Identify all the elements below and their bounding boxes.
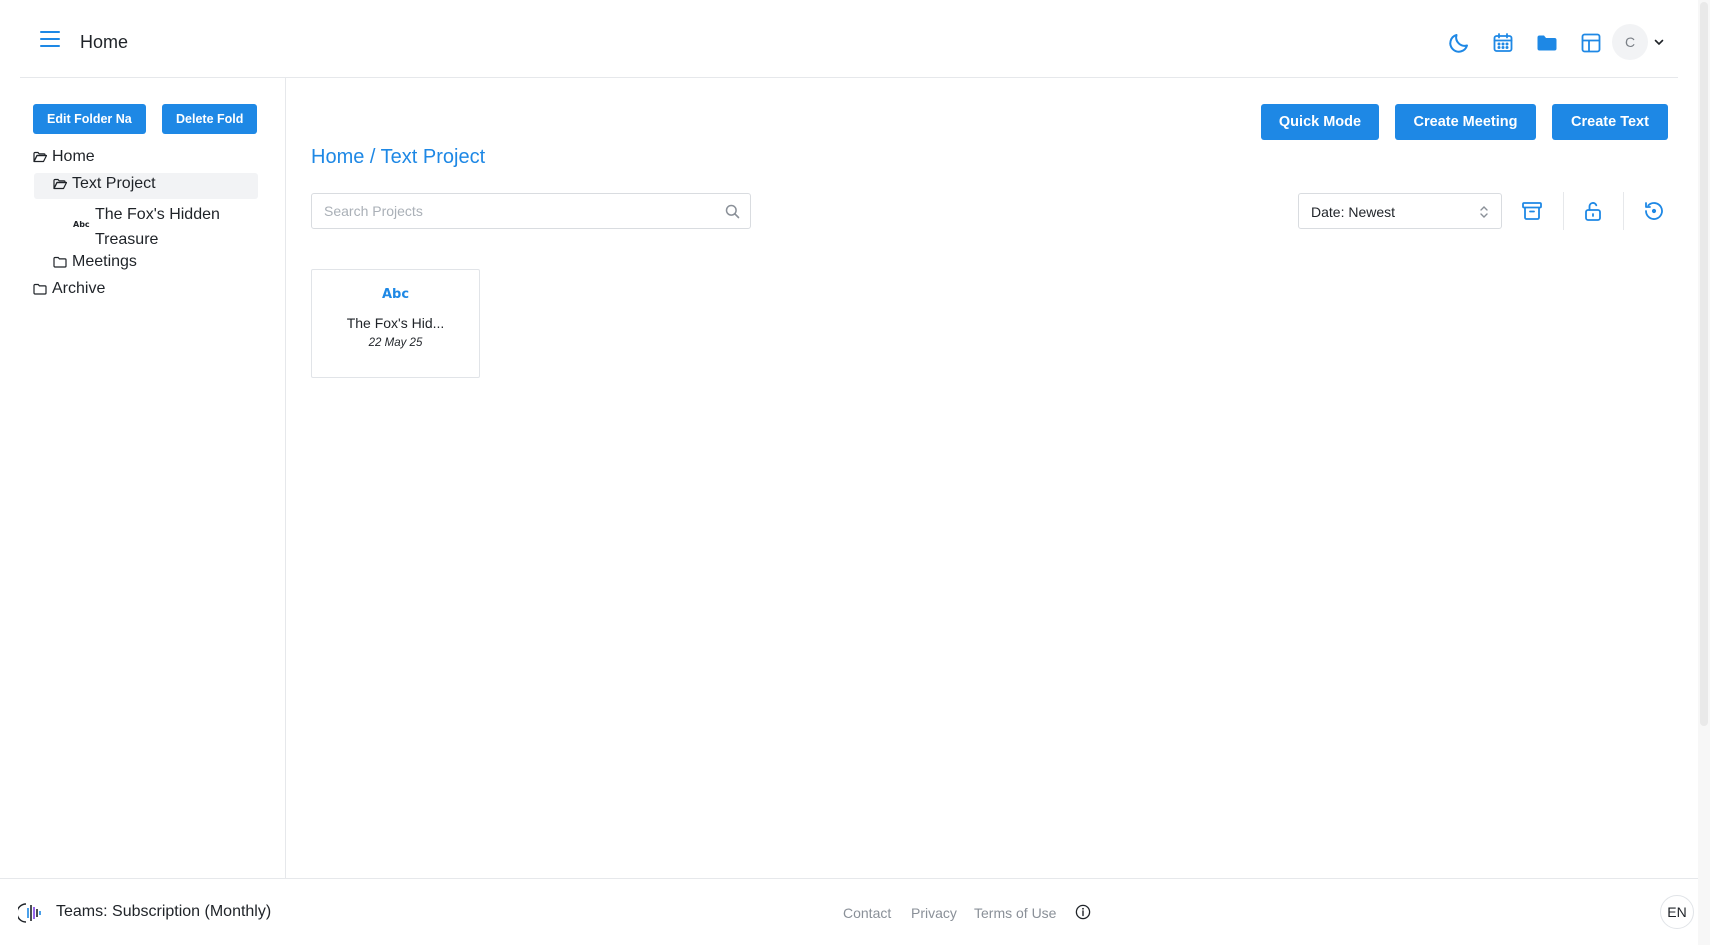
tree-item-document[interactable]: The Fox's Hidden Treasure xyxy=(95,202,265,252)
page-title: Home xyxy=(80,32,129,52)
edit-folder-name-button[interactable]: Edit Folder Na xyxy=(33,104,146,134)
sidebar: Edit Folder Na Delete Fold Home Text Pro… xyxy=(0,78,286,878)
chevron-down-icon[interactable] xyxy=(1653,36,1665,48)
folder-icon[interactable] xyxy=(1535,31,1559,55)
folder-open-icon xyxy=(33,151,47,163)
footer: Teams: Subscription (Monthly) Contact Pr… xyxy=(0,878,1698,945)
sort-select-value: Date: Newest xyxy=(1311,204,1396,220)
scrollbar-thumb[interactable] xyxy=(1700,2,1708,726)
tree-item-meetings[interactable]: Meetings xyxy=(53,253,193,275)
layout-grid-icon[interactable] xyxy=(1579,31,1603,55)
search-input[interactable] xyxy=(312,194,750,228)
top-bar: Home C xyxy=(20,0,1678,78)
sort-select[interactable]: Date: Newest xyxy=(1298,193,1502,229)
abc-icon: Abc xyxy=(381,287,410,302)
toolbar-divider xyxy=(1563,192,1564,230)
tree-item-label-line1: The Fox's Hidden xyxy=(95,206,220,223)
folder-icon xyxy=(53,256,67,268)
calendar-icon[interactable] xyxy=(1491,31,1515,55)
plan-logo-icon xyxy=(18,903,41,923)
user-menu[interactable]: C xyxy=(1612,24,1672,62)
project-card-date: 22 May 25 xyxy=(368,337,423,349)
toolbar-divider xyxy=(1623,192,1624,230)
terms-of-use-link[interactable]: Terms of Use xyxy=(974,905,1056,921)
privacy-link[interactable]: Privacy xyxy=(911,905,957,921)
menu-icon[interactable] xyxy=(40,31,60,48)
avatar[interactable]: C xyxy=(1612,24,1648,60)
select-arrows-icon xyxy=(1480,206,1488,218)
tree-item-label: Text Project xyxy=(72,175,156,192)
project-card[interactable]: Abc The Fox's Hid... 22 May 25 xyxy=(311,269,480,378)
create-meeting-button[interactable]: Create Meeting xyxy=(1395,104,1536,140)
language-switcher[interactable]: EN xyxy=(1660,895,1694,929)
page-scrollbar[interactable] xyxy=(1698,0,1710,945)
abc-icon: Abc xyxy=(73,220,90,229)
tree-item-label: Archive xyxy=(52,280,106,297)
subscription-plan: Teams: Subscription (Monthly) xyxy=(56,903,272,920)
folder-icon xyxy=(33,283,47,295)
quick-mode-button[interactable]: Quick Mode xyxy=(1261,104,1379,140)
tree-item-label-line2: Treasure xyxy=(95,231,159,248)
breadcrumb-separator: / xyxy=(364,146,381,168)
tree-item-label: Meetings xyxy=(72,253,137,270)
search-icon[interactable] xyxy=(725,204,740,219)
breadcrumb: Home / Text Project xyxy=(311,146,485,169)
tree-item-archive[interactable]: Archive xyxy=(33,280,173,302)
breadcrumb-home[interactable]: Home xyxy=(311,146,364,168)
create-text-button[interactable]: Create Text xyxy=(1552,104,1668,140)
delete-folder-button[interactable]: Delete Fold xyxy=(162,104,257,134)
tree-item-label: Home xyxy=(52,148,95,165)
tree-item-home[interactable]: Home xyxy=(33,148,153,170)
breadcrumb-current: Text Project xyxy=(380,146,486,168)
archive-box-icon[interactable] xyxy=(1520,199,1544,223)
folder-open-icon xyxy=(53,178,67,190)
project-card-name: The Fox's Hid... xyxy=(346,315,445,331)
contact-link[interactable]: Contact xyxy=(843,905,891,921)
info-icon[interactable] xyxy=(1075,904,1091,920)
unlock-icon[interactable] xyxy=(1581,199,1605,223)
history-icon[interactable] xyxy=(1642,199,1666,223)
search-box xyxy=(311,193,751,229)
moon-icon[interactable] xyxy=(1447,31,1471,55)
tree-item-text-project[interactable]: Text Project xyxy=(53,175,253,197)
